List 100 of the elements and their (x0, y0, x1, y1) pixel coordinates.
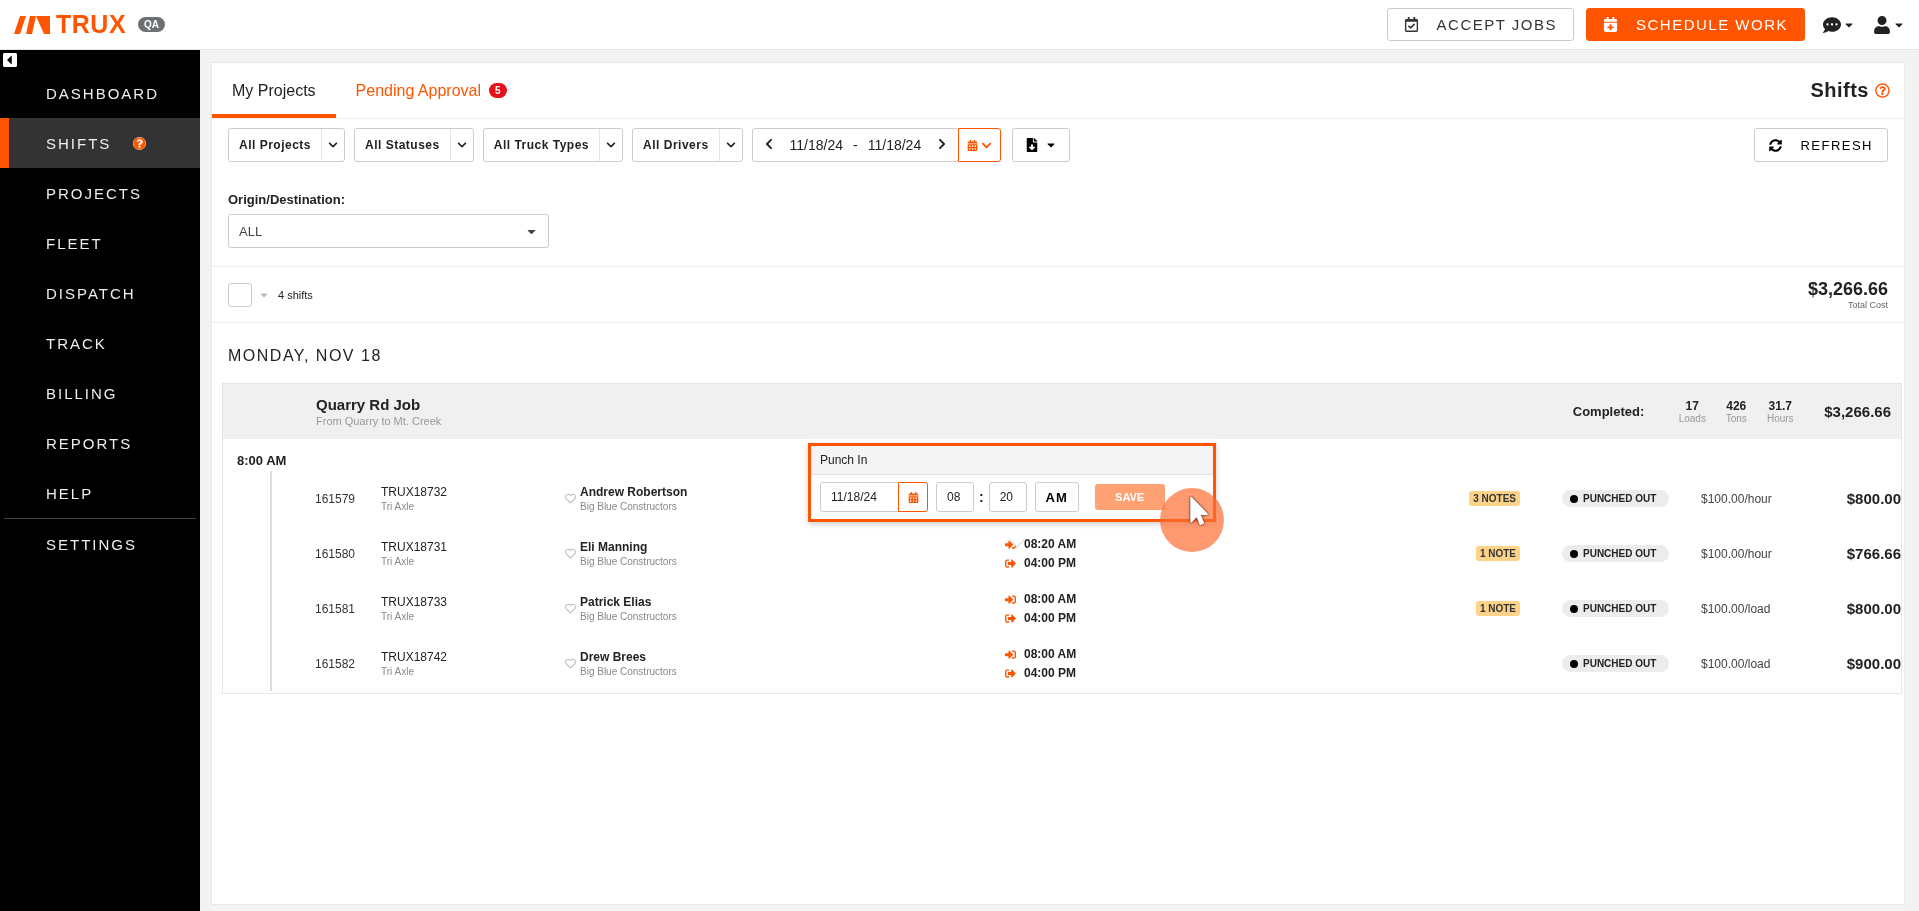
status-pill: PUNCHED OUT (1562, 490, 1669, 507)
notes-badge[interactable]: 1 NOTE (1475, 546, 1520, 561)
nav-item[interactable]: REPORTS (0, 418, 200, 468)
truck-type: Tri Axle (381, 501, 414, 512)
stat-value: 17 (1685, 399, 1699, 413)
driver-name: Andrew Robertson (580, 485, 688, 499)
date-text: 11/18/24 (788, 137, 845, 153)
nav-item[interactable]: SETTINGS (0, 519, 200, 569)
origin-select[interactable]: ALL (228, 214, 549, 248)
filter-dropdown[interactable]: All Truck Types (482, 128, 624, 162)
truck-id: TRUX18732 (381, 485, 448, 499)
truck-id: TRUX18733 (381, 595, 448, 609)
filter-dropdown[interactable]: All Projects (228, 128, 346, 162)
nav-item[interactable]: DASHBOARD (0, 68, 200, 118)
heart-icon[interactable] (565, 548, 576, 559)
sign-out-icon (1005, 612, 1016, 624)
driver-name: Patrick Elias (580, 595, 652, 609)
date-input[interactable]: 11/18/24 (820, 482, 900, 512)
chat-menu-button[interactable] (1823, 15, 1855, 34)
accept-button[interactable]: ACCEPT JOBS (1386, 8, 1574, 41)
nav-item[interactable]: DISPATCH (0, 268, 200, 318)
punch-out-time: 04:00 PM (1024, 611, 1077, 625)
help-icon[interactable] (133, 136, 147, 150)
select-all-checkbox[interactable] (228, 282, 252, 307)
sign-out-icon (1005, 557, 1016, 569)
truck-type: Tri Axle (381, 666, 414, 677)
logo-icon (14, 15, 50, 34)
file-download-icon (1025, 138, 1040, 152)
shift-id: 161579 (315, 491, 357, 506)
shift-amount: $800.00 (1845, 490, 1901, 507)
popup-title: Punch In (811, 446, 1213, 475)
nav-item[interactable]: BILLING (0, 368, 200, 418)
status-pill: PUNCHED OUT (1562, 655, 1669, 672)
count-badge: 5 (489, 83, 507, 98)
driver-name: Drew Brees (580, 650, 647, 664)
punch-in-time: 08:00 AM (1024, 647, 1077, 661)
time-colon: : (979, 489, 984, 505)
sign-in-icon (1005, 648, 1016, 660)
heart-icon[interactable] (565, 603, 576, 614)
job-amount: $3,266.66 (1824, 403, 1891, 420)
rate: $100.00/load (1701, 656, 1772, 671)
shift-count: 4 shifts (278, 288, 313, 301)
user-menu-button[interactable] (1873, 15, 1905, 34)
tab[interactable]: Pending Approval 5 (335, 63, 527, 118)
total-cost: $3,266.66 (1807, 279, 1888, 300)
shift-id: 161582 (315, 656, 357, 671)
calendar-button[interactable] (898, 482, 928, 512)
sign-in-icon (1005, 538, 1016, 550)
date-text: 11/18/24 (866, 137, 923, 153)
company-name: Big Blue Constructors (580, 666, 677, 677)
page-title: Shifts (1810, 79, 1869, 102)
truck-type: Tri Axle (381, 556, 414, 567)
company-name: Big Blue Constructors (580, 611, 677, 622)
completed-label: Completed: (1572, 404, 1645, 419)
minute-input[interactable]: 20 (988, 482, 1027, 512)
filter-dropdown[interactable]: All Drivers (632, 128, 743, 162)
calendar-plus-icon (1602, 17, 1618, 32)
stat-value: 31.7 (1768, 399, 1792, 413)
status-pill: PUNCHED OUT (1562, 600, 1669, 617)
meridiem-button[interactable]: AM (1034, 482, 1079, 512)
export-button[interactable] (1012, 128, 1071, 162)
notes-badge[interactable]: 1 NOTE (1475, 601, 1520, 616)
hour-input[interactable]: 08 (936, 482, 974, 512)
sign-out-icon (1005, 667, 1016, 679)
calendar-button[interactable] (958, 128, 1002, 162)
job-title: Quarry Rd Job (316, 396, 422, 413)
collapse-icon[interactable] (2, 52, 18, 68)
shift-amount: $800.00 (1845, 600, 1901, 617)
shift-id: 161581 (315, 601, 357, 616)
calendar-icon (907, 491, 919, 503)
tab[interactable]: My Projects (212, 63, 336, 118)
brand-name: TRUX (56, 10, 127, 39)
heart-icon[interactable] (565, 658, 576, 669)
stat-label: Tons (1725, 413, 1747, 424)
company-name: Big Blue Constructors (580, 556, 677, 567)
refresh-button[interactable]: REFRESH (1754, 128, 1888, 162)
stat-value: 426 (1726, 399, 1747, 413)
filter-dropdown[interactable]: All Statuses (354, 128, 474, 162)
field-label: Origin/Destination: (228, 192, 346, 207)
chevron-down-icon (328, 140, 339, 150)
nav-item[interactable]: FLEET (0, 218, 200, 268)
driver-name: Eli Manning (580, 540, 648, 554)
punch-in-time: 08:20 AM (1024, 537, 1077, 551)
job-route: From Quarry to Mt. Creek (316, 415, 443, 427)
punch-out-time: 04:00 PM (1024, 556, 1077, 570)
truck-type: Tri Axle (381, 611, 414, 622)
heart-icon[interactable] (565, 493, 576, 504)
calendar-check-icon (1403, 17, 1419, 32)
sign-in-icon (1005, 593, 1016, 605)
nav-item[interactable]: PROJECTS (0, 168, 200, 218)
nav-item[interactable]: SHIFTS (0, 118, 200, 168)
environment-badge: QA (138, 17, 166, 32)
notes-badge[interactable]: 3 NOTES (1469, 491, 1520, 506)
chat-icon (1823, 15, 1841, 34)
stat-label: Hours (1766, 413, 1794, 424)
rate: $100.00/hour (1701, 491, 1773, 506)
nav-item[interactable]: TRACK (0, 318, 200, 368)
punch-in-time: 08:00 AM (1024, 592, 1077, 606)
nav-item[interactable]: HELP (0, 468, 200, 518)
stat-label: Loads (1678, 413, 1706, 424)
